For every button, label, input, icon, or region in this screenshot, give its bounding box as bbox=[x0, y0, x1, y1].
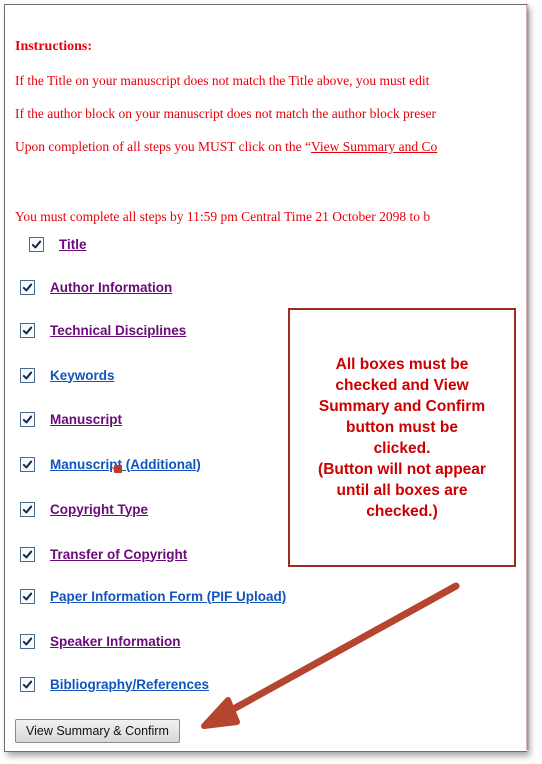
step-checkbox[interactable] bbox=[20, 367, 35, 383]
step-link[interactable]: Speaker Information bbox=[50, 634, 181, 649]
step-checkbox[interactable] bbox=[20, 546, 35, 562]
checkmark-icon bbox=[22, 415, 33, 423]
step-link[interactable]: Copyright Type bbox=[50, 502, 148, 517]
callout-text: All boxes must be checked and View Summa… bbox=[318, 355, 486, 520]
step-link[interactable]: Author Information bbox=[50, 280, 172, 295]
instruction-completion-text: Upon completion of all steps you MUST cl… bbox=[15, 139, 311, 154]
step-row: Manuscript (Additional) bbox=[20, 453, 201, 475]
step-row: Keywords bbox=[20, 364, 115, 386]
frame-shadow bbox=[526, 4, 530, 750]
checkmark-icon bbox=[22, 637, 33, 645]
step-checkbox[interactable] bbox=[20, 456, 35, 472]
checkmark-icon bbox=[22, 505, 33, 513]
step-row: Bibliography/References bbox=[20, 673, 209, 695]
step-checkbox[interactable] bbox=[20, 676, 35, 692]
step-row: Title bbox=[29, 233, 87, 255]
cursor-marker bbox=[114, 465, 122, 473]
step-checkbox[interactable] bbox=[20, 411, 35, 427]
deadline-notice: You must complete all steps by 11:59 pm … bbox=[15, 209, 431, 224]
checkmark-icon bbox=[22, 460, 33, 468]
content-panel: Instructions: If the Title on your manus… bbox=[4, 4, 527, 752]
instructions-heading: Instructions: bbox=[15, 39, 93, 54]
checkmark-icon bbox=[22, 283, 33, 291]
view-summary-link[interactable]: View Summary and Co bbox=[311, 139, 437, 154]
step-row: Paper Information Form (PIF Upload) bbox=[20, 585, 286, 607]
step-row: Speaker Information bbox=[20, 630, 181, 652]
step-link[interactable]: Keywords bbox=[50, 368, 115, 383]
step-link[interactable]: Manuscript (Additional) bbox=[50, 457, 201, 472]
step-link[interactable]: Paper Information Form (PIF Upload) bbox=[50, 589, 286, 604]
step-checkbox[interactable] bbox=[20, 501, 35, 517]
step-row: Manuscript bbox=[20, 408, 122, 430]
step-checkbox[interactable] bbox=[20, 588, 35, 604]
step-link[interactable]: Technical Disciplines bbox=[50, 323, 186, 338]
step-checkbox[interactable] bbox=[20, 633, 35, 649]
step-row: Transfer of Copyright bbox=[20, 543, 187, 565]
instruction-author-mismatch: If the author block on your manuscript d… bbox=[15, 106, 437, 121]
step-checkbox[interactable] bbox=[20, 322, 35, 338]
step-row: Copyright Type bbox=[20, 498, 148, 520]
step-link[interactable]: Title bbox=[59, 237, 87, 252]
step-row: Technical Disciplines bbox=[20, 319, 186, 341]
instruction-title-mismatch: If the Title on your manuscript does not… bbox=[15, 73, 430, 88]
step-link[interactable]: Bibliography/References bbox=[50, 677, 209, 692]
checkmark-icon bbox=[22, 326, 33, 334]
checkmark-icon bbox=[22, 680, 33, 688]
callout-box: All boxes must be checked and View Summa… bbox=[288, 308, 516, 567]
checkmark-icon bbox=[22, 550, 33, 558]
step-row: Author Information bbox=[20, 276, 172, 298]
step-checkbox[interactable] bbox=[20, 279, 35, 295]
step-link[interactable]: Transfer of Copyright bbox=[50, 547, 187, 562]
checkmark-icon bbox=[31, 240, 42, 248]
checkmark-icon bbox=[22, 371, 33, 379]
step-checkbox[interactable] bbox=[29, 236, 44, 252]
checkmark-icon bbox=[22, 592, 33, 600]
instruction-completion: Upon completion of all steps you MUST cl… bbox=[15, 139, 437, 155]
view-summary-confirm-button[interactable]: View Summary & Confirm bbox=[15, 719, 180, 743]
step-link[interactable]: Manuscript bbox=[50, 412, 122, 427]
